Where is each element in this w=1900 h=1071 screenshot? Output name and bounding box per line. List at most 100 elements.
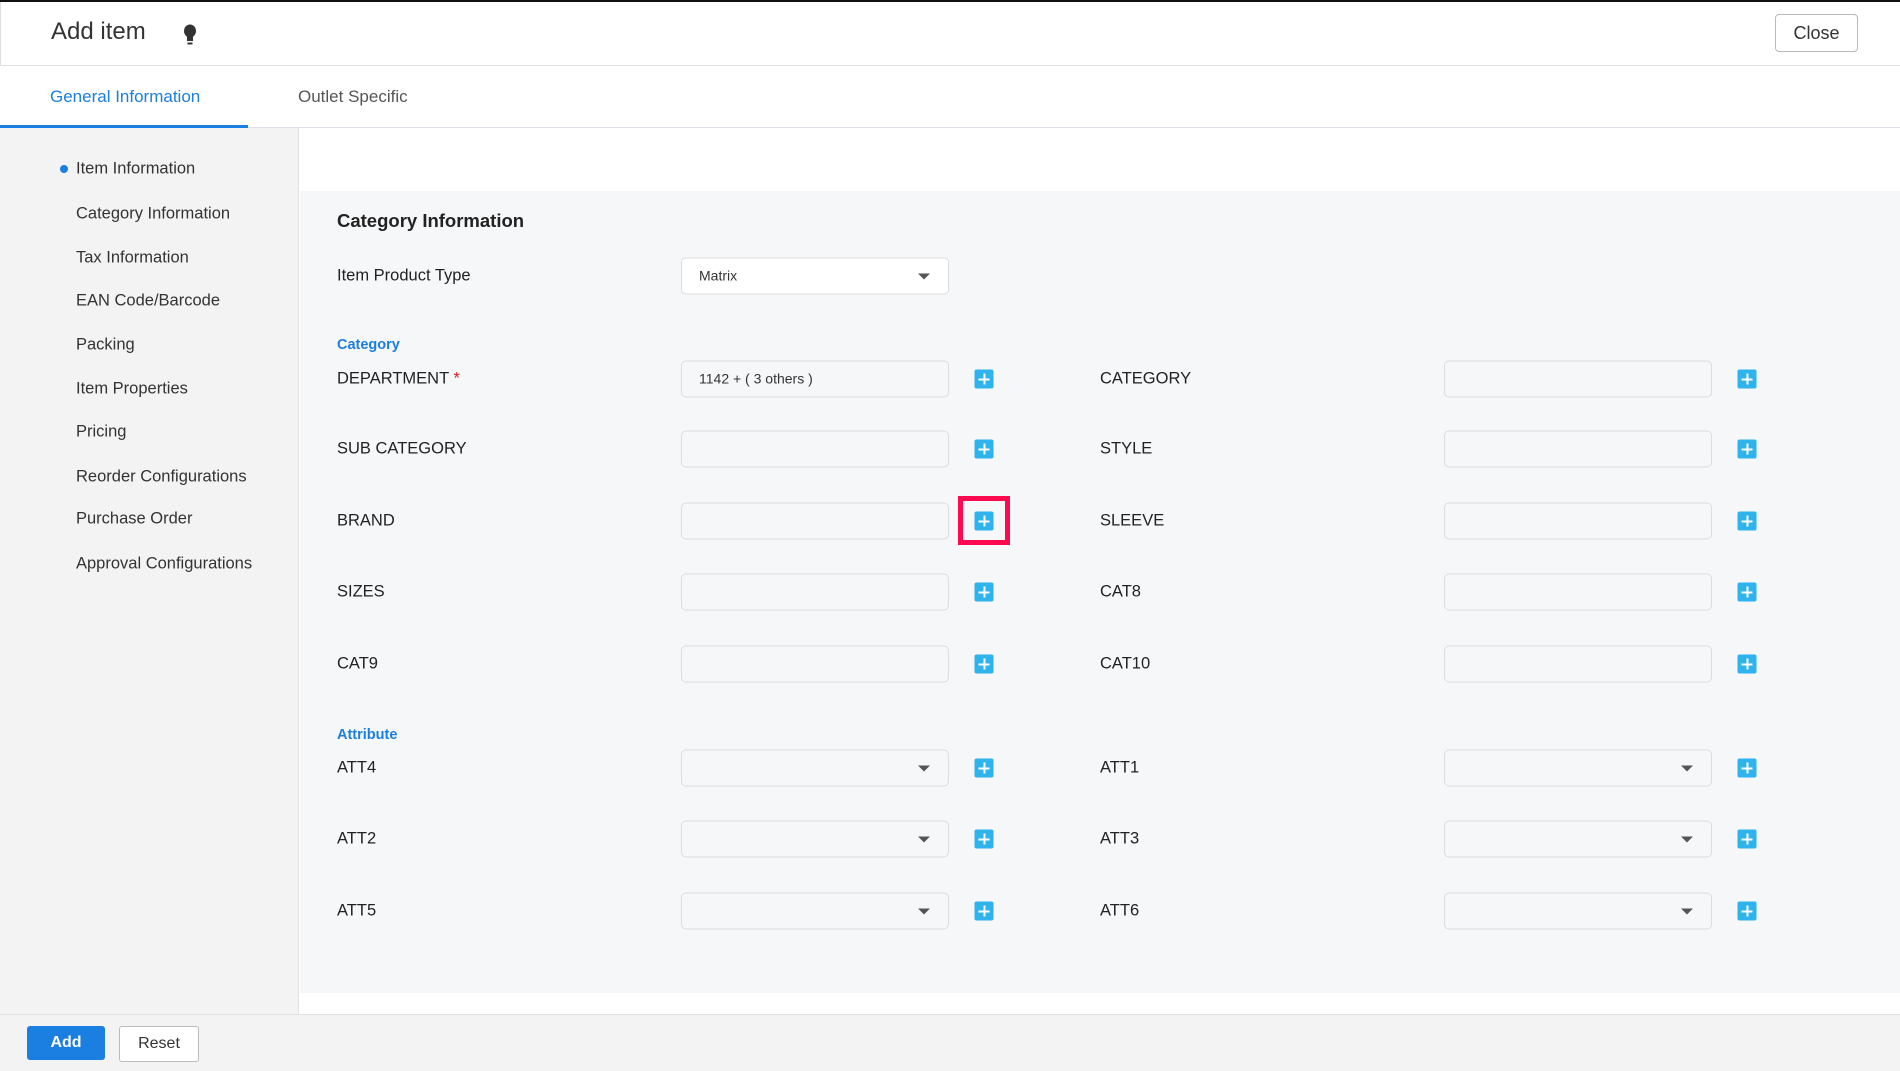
reset-button[interactable]: Reset bbox=[119, 1026, 199, 1062]
cat9-label-text: CAT9 bbox=[337, 654, 378, 673]
style-input[interactable] bbox=[1444, 430, 1712, 468]
item-product-type-select[interactable]: Matrix bbox=[681, 257, 949, 295]
att3-label: ATT3 bbox=[1100, 830, 1139, 849]
tab-bar: General Information Outlet Specific bbox=[0, 66, 1900, 128]
brand-label-text: BRAND bbox=[337, 511, 395, 530]
att5-label-text: ATT5 bbox=[337, 901, 377, 920]
sleeve-label: SLEEVE bbox=[1100, 512, 1164, 531]
att5-label: ATT5 bbox=[337, 902, 376, 921]
att2-label-text: ATT2 bbox=[337, 829, 377, 848]
sidebar-item-category-information[interactable]: Category Information bbox=[76, 205, 230, 224]
category-label: CATEGORY bbox=[1100, 370, 1191, 389]
cat8-label: CAT8 bbox=[1100, 583, 1141, 602]
att3-select[interactable] bbox=[1444, 820, 1712, 858]
sub-category-label: SUB CATEGORY bbox=[337, 440, 467, 459]
att6-label: ATT6 bbox=[1100, 902, 1139, 921]
add-att5-plus-icon[interactable] bbox=[974, 901, 994, 921]
sizes-input[interactable] bbox=[681, 573, 949, 611]
add-sub-category-plus-icon[interactable] bbox=[974, 439, 994, 459]
add-cat8-plus-icon[interactable] bbox=[1737, 582, 1757, 602]
sidebar-item-tax-information[interactable]: Tax Information bbox=[76, 249, 189, 268]
add-att2-plus-icon[interactable] bbox=[974, 829, 994, 849]
add-cat9-plus-icon[interactable] bbox=[974, 654, 994, 674]
add-style-plus-icon[interactable] bbox=[1737, 439, 1757, 459]
cat9-input[interactable] bbox=[681, 645, 949, 683]
attribute-group-label: Attribute bbox=[337, 727, 398, 743]
sidebar-item-packing[interactable]: Packing bbox=[76, 336, 135, 355]
att1-select[interactable] bbox=[1444, 749, 1712, 787]
att6-label-text: ATT6 bbox=[1100, 901, 1140, 920]
chevron-down-icon bbox=[918, 765, 930, 772]
style-label-text: STYLE bbox=[1100, 439, 1153, 458]
brand-label: BRAND bbox=[337, 512, 395, 531]
main-top bbox=[300, 128, 1900, 191]
active-indicator-dot bbox=[60, 165, 68, 173]
highlight-box bbox=[958, 496, 1010, 545]
sidebar-item-ean-code-barcode[interactable]: EAN Code/Barcode bbox=[76, 292, 220, 311]
sidebar-item-item-properties[interactable]: Item Properties bbox=[76, 380, 188, 399]
add-category-plus-icon[interactable] bbox=[1737, 369, 1757, 389]
cat10-label: CAT10 bbox=[1100, 655, 1150, 674]
sub-category-input[interactable] bbox=[681, 430, 949, 468]
section-title: Category Information bbox=[337, 210, 525, 231]
cat10-label-text: CAT10 bbox=[1100, 654, 1151, 673]
chevron-down-icon bbox=[918, 908, 930, 915]
add-att3-plus-icon[interactable] bbox=[1737, 829, 1757, 849]
chevron-down-icon bbox=[1681, 836, 1693, 843]
close-button[interactable]: Close bbox=[1775, 14, 1858, 52]
chevron-down-icon bbox=[1681, 908, 1693, 915]
att2-select[interactable] bbox=[681, 820, 949, 858]
att1-label: ATT1 bbox=[1100, 759, 1139, 778]
cat10-input[interactable] bbox=[1444, 645, 1712, 683]
sidebar-item-reorder-configurations[interactable]: Reorder Configurations bbox=[76, 468, 247, 487]
att1-label-text: ATT1 bbox=[1100, 758, 1140, 777]
sub-category-label-text: SUB CATEGORY bbox=[337, 439, 467, 458]
sidebar: Item Information Category Information Tax … bbox=[0, 128, 299, 1014]
cat8-input[interactable] bbox=[1444, 573, 1712, 611]
sleeve-label-text: SLEEVE bbox=[1100, 511, 1165, 530]
add-att6-plus-icon[interactable] bbox=[1737, 901, 1757, 921]
add-sizes-plus-icon[interactable] bbox=[974, 582, 994, 602]
sidebar-item-approval-configurations[interactable]: Approval Configurations bbox=[76, 555, 252, 574]
category-label-text: CATEGORY bbox=[1100, 369, 1192, 388]
att4-label-text: ATT4 bbox=[337, 758, 377, 777]
item-product-type-label: Item Product Type bbox=[337, 266, 471, 285]
chevron-down-icon bbox=[918, 836, 930, 843]
sizes-label-text: SIZES bbox=[337, 582, 385, 601]
tab-general-information[interactable]: General Information bbox=[0, 66, 248, 128]
department-value: 1142 + ( 3 others ) bbox=[699, 370, 813, 387]
page-title: Add item bbox=[51, 18, 146, 45]
main-bottom bbox=[300, 993, 1900, 1014]
add-department-plus-icon[interactable] bbox=[974, 369, 994, 389]
cat8-label-text: CAT8 bbox=[1100, 582, 1141, 601]
sidebar-item-purchase-order[interactable]: Purchase Order bbox=[76, 510, 192, 529]
sleeve-input[interactable] bbox=[1444, 502, 1712, 540]
sizes-label: SIZES bbox=[337, 583, 385, 602]
att4-select[interactable] bbox=[681, 749, 949, 787]
att6-select[interactable] bbox=[1444, 892, 1712, 930]
brand-input[interactable] bbox=[681, 502, 949, 540]
chevron-down-icon bbox=[1681, 765, 1693, 772]
lightbulb-icon[interactable] bbox=[183, 24, 197, 46]
cat9-label: CAT9 bbox=[337, 655, 378, 674]
add-cat10-plus-icon[interactable] bbox=[1737, 654, 1757, 674]
style-label: STYLE bbox=[1100, 440, 1152, 459]
required-asterisk: * bbox=[453, 369, 460, 388]
department-input[interactable]: 1142 + ( 3 others ) bbox=[681, 360, 949, 398]
add-att1-plus-icon[interactable] bbox=[1737, 758, 1757, 778]
att2-label: ATT2 bbox=[337, 830, 376, 849]
department-label-text: DEPARTMENT bbox=[337, 369, 449, 388]
category-group-label: Category bbox=[337, 337, 400, 353]
add-button[interactable]: Add bbox=[27, 1026, 105, 1060]
sidebar-item-item-information[interactable]: Item Information bbox=[76, 160, 195, 179]
tab-outlet-specific[interactable]: Outlet Specific bbox=[298, 66, 408, 128]
sidebar-item-pricing[interactable]: Pricing bbox=[76, 423, 126, 442]
add-att4-plus-icon[interactable] bbox=[974, 758, 994, 778]
header: Add item Close bbox=[0, 2, 1900, 66]
add-sleeve-plus-icon[interactable] bbox=[1737, 511, 1757, 531]
footer: Add Reset bbox=[0, 1014, 1900, 1071]
category-input[interactable] bbox=[1444, 360, 1712, 398]
department-label: DEPARTMENT * bbox=[337, 370, 460, 389]
att5-select[interactable] bbox=[681, 892, 949, 930]
item-product-type-value: Matrix bbox=[699, 267, 738, 284]
